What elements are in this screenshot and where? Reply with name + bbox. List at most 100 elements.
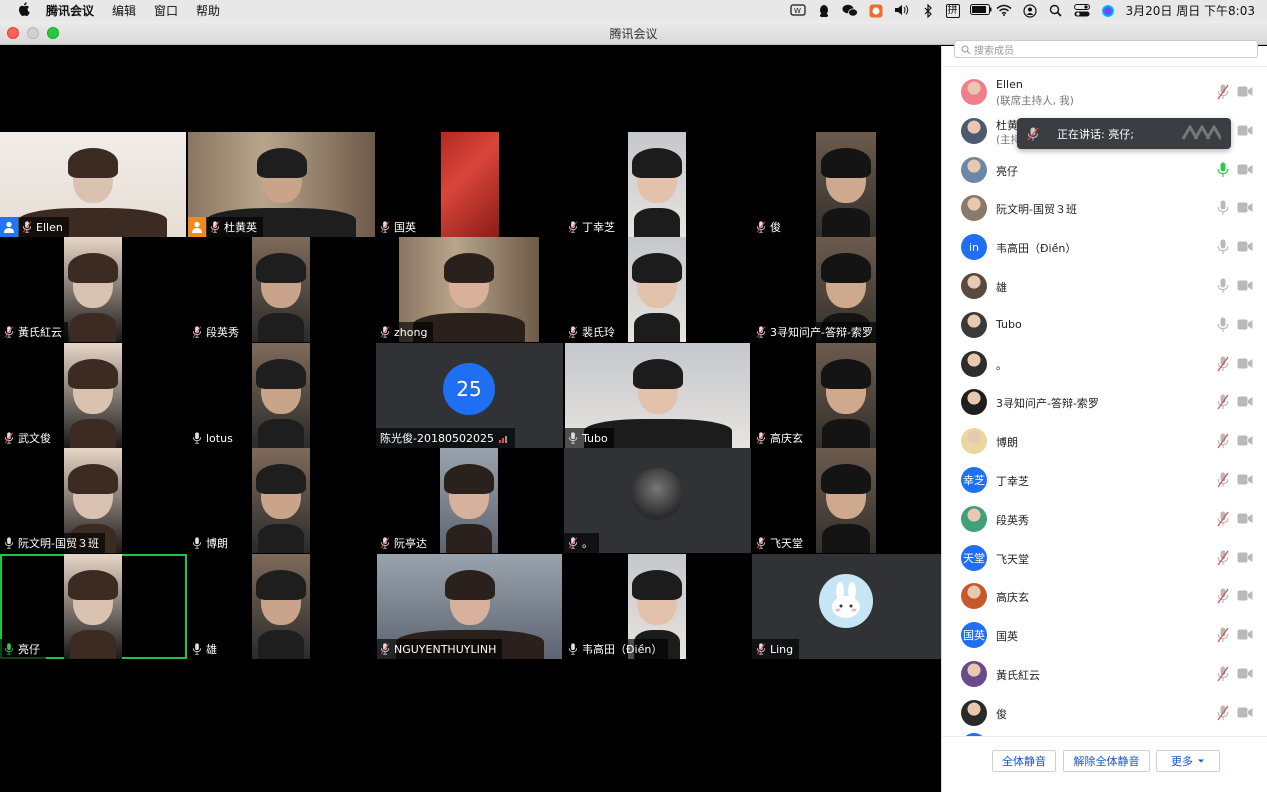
battery-icon[interactable] <box>969 3 992 18</box>
camera-icon[interactable] <box>1237 86 1253 97</box>
video-tile[interactable]: 武文俊 <box>0 343 187 448</box>
participant-list[interactable]: Ellen (联席主持人, 我) 杜黄英 (主持人) 亮仔 阮文明-国贸３班 i… <box>942 66 1267 742</box>
participant-row[interactable]: in 韦高田（Điền） <box>942 228 1267 266</box>
camera-icon[interactable] <box>1237 164 1253 175</box>
camera-icon[interactable] <box>1237 435 1253 446</box>
participant-avatar: 天堂 <box>961 544 987 571</box>
video-tile[interactable]: 25 陈光俊-20180502025 <box>376 343 563 448</box>
video-tile[interactable]: 高庆玄 <box>752 343 941 448</box>
muted-mic-icon[interactable] <box>1217 588 1229 604</box>
muted-mic-icon[interactable] <box>1217 433 1229 449</box>
video-tile[interactable]: 雄 <box>188 554 375 659</box>
video-tile[interactable]: Ellen <box>0 132 187 237</box>
camera-icon[interactable] <box>1237 590 1253 601</box>
qq-icon[interactable] <box>816 4 832 18</box>
mute-all-button[interactable]: 全体静音 <box>992 750 1056 772</box>
camera-icon[interactable] <box>1237 396 1253 407</box>
video-tile[interactable]: 杜黄英 <box>188 132 375 237</box>
camera-icon[interactable] <box>1237 668 1253 679</box>
participant-row[interactable]: 高庆玄 <box>942 577 1267 615</box>
wechat-icon[interactable] <box>842 4 858 18</box>
video-tile[interactable]: 裴氏玲 <box>564 237 751 342</box>
participant-row[interactable]: 博朗 <box>942 422 1267 460</box>
bluetooth-icon[interactable] <box>920 3 936 18</box>
video-tile[interactable]: 博朗 <box>188 448 375 553</box>
mic-icon[interactable] <box>1217 278 1229 294</box>
menu-window[interactable]: 窗口 <box>154 2 178 19</box>
participant-row[interactable]: 亮仔 <box>942 151 1267 189</box>
camera-icon[interactable] <box>1237 125 1253 136</box>
video-tile[interactable]: Tubo <box>564 343 751 448</box>
participant-row[interactable]: 俊 <box>942 694 1267 732</box>
unmute-all-button[interactable]: 解除全体静音 <box>1063 750 1150 772</box>
participant-row[interactable]: 雄 <box>942 267 1267 305</box>
video-tile[interactable]: 飞天堂 <box>752 448 941 553</box>
video-tile[interactable]: 阮文明-国贸３班 <box>0 448 187 553</box>
video-tile[interactable]: 黃氏紅云 <box>0 237 187 342</box>
spotlight-search-icon[interactable] <box>1048 4 1064 18</box>
participant-row[interactable]: 阮文明-国贸３班 <box>942 189 1267 227</box>
video-tile[interactable]: 国英 <box>376 132 563 237</box>
member-search-input[interactable]: 搜索成员 <box>954 40 1258 58</box>
muted-mic-icon[interactable] <box>1217 627 1229 643</box>
camera-icon[interactable] <box>1237 474 1253 485</box>
video-tile[interactable]: 俊 <box>752 132 941 237</box>
video-tile[interactable]: 韦高田（Điền） <box>564 554 751 659</box>
participant-row[interactable]: Ellen (联席主持人, 我) <box>942 73 1267 111</box>
camera-icon[interactable] <box>1237 513 1253 524</box>
muted-mic-icon[interactable] <box>1217 705 1229 721</box>
muted-mic-icon[interactable] <box>1217 666 1229 682</box>
video-tile[interactable]: Ling <box>752 554 941 659</box>
participant-row[interactable]: 国英 国英 <box>942 616 1267 654</box>
muted-mic-icon[interactable] <box>1217 84 1229 100</box>
video-tile[interactable]: 阮亭达 <box>376 448 563 553</box>
volume-icon[interactable] <box>894 4 910 18</box>
video-tile[interactable]: 亮仔 <box>0 554 187 659</box>
participant-row[interactable]: 天堂 飞天堂 <box>942 539 1267 577</box>
camera-icon[interactable] <box>1237 241 1253 252</box>
menu-edit[interactable]: 编辑 <box>112 2 136 19</box>
video-tile[interactable]: 。 <box>564 448 751 553</box>
camera-icon[interactable] <box>1237 280 1253 291</box>
video-tile[interactable]: NGUYENTHUYLINH <box>376 554 563 659</box>
input-method-icon[interactable]: 拼 <box>945 3 960 18</box>
meeting-tray-icon[interactable] <box>868 4 884 18</box>
camera-icon[interactable] <box>1237 629 1253 640</box>
mic-icon[interactable] <box>1217 200 1229 216</box>
user-account-icon[interactable] <box>1022 3 1038 18</box>
video-tile[interactable]: 丁幸芝 <box>564 132 751 237</box>
mic-icon[interactable] <box>1217 239 1229 255</box>
video-tile[interactable]: zhong <box>376 237 563 342</box>
video-tile[interactable]: 3寻知问产-答辩-索罗 <box>752 237 941 342</box>
camera-icon[interactable] <box>1237 358 1253 369</box>
camera-icon[interactable] <box>1237 707 1253 718</box>
mic-icon[interactable] <box>1217 162 1229 178</box>
menu-help[interactable]: 帮助 <box>196 2 220 19</box>
more-button[interactable]: 更多 <box>1156 750 1220 772</box>
participant-row[interactable]: 幸芝 丁幸芝 <box>942 461 1267 499</box>
participant-row[interactable]: Tubo <box>942 306 1267 344</box>
participant-row[interactable]: 段英秀 <box>942 500 1267 538</box>
wifi-icon[interactable] <box>996 4 1012 18</box>
wechat-work-icon[interactable]: W <box>789 3 806 18</box>
mic-icon[interactable] <box>1217 317 1229 333</box>
video-tile[interactable]: lotus <box>188 343 375 448</box>
participant-row[interactable]: 3寻知问产-答辩-索罗 <box>942 383 1267 421</box>
control-center-icon[interactable] <box>1073 3 1090 18</box>
muted-mic-icon[interactable] <box>1217 511 1229 527</box>
video-tile[interactable]: 段英秀 <box>188 237 375 342</box>
camera-icon[interactable] <box>1237 552 1253 563</box>
siri-icon[interactable] <box>1100 4 1116 18</box>
muted-mic-icon[interactable] <box>1217 472 1229 488</box>
muted-mic-icon[interactable] <box>1217 550 1229 566</box>
apple-menu-icon[interactable] <box>16 1 32 20</box>
camera-icon[interactable] <box>1237 202 1253 213</box>
participant-avatar <box>961 311 987 338</box>
menu-app-name[interactable]: 腾讯会议 <box>46 2 94 19</box>
muted-mic-icon[interactable] <box>1217 394 1229 410</box>
participant-row[interactable]: 。 <box>942 345 1267 383</box>
menubar-clock[interactable]: 3月20日 周日 下午8:03 <box>1126 2 1255 19</box>
muted-mic-icon[interactable] <box>1217 356 1229 372</box>
participant-row[interactable]: 黃氏紅云 <box>942 655 1267 693</box>
camera-icon[interactable] <box>1237 319 1253 330</box>
